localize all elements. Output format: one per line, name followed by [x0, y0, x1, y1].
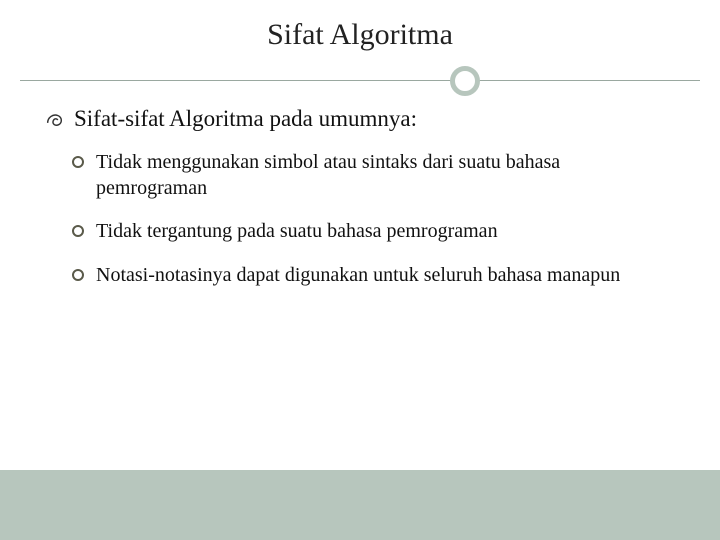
list-item: Notasi-notasinya dapat digunakan untuk s…	[72, 263, 676, 289]
title-area: Sifat Algoritma	[0, 0, 720, 62]
list-item: Tidak tergantung pada suatu bahasa pemro…	[72, 219, 676, 245]
bullet-list: Tidak menggunakan simbol atau sintaks da…	[44, 150, 676, 288]
content-heading: Sifat-sifat Algoritma pada umumnya:	[74, 106, 417, 132]
divider-line	[20, 80, 700, 81]
bullet-text: Tidak tergantung pada suatu bahasa pemro…	[96, 219, 498, 245]
ring-bullet-icon	[72, 225, 84, 237]
slide: Sifat Algoritma Sifat-sifat Algoritma pa…	[0, 0, 720, 540]
bullet-text: Tidak menggunakan simbol atau sintaks da…	[96, 150, 676, 201]
bullet-text: Notasi-notasinya dapat digunakan untuk s…	[96, 263, 620, 289]
footer-accent-bar	[0, 470, 720, 540]
divider-circle-icon	[450, 66, 480, 96]
content-area: Sifat-sifat Algoritma pada umumnya: Tida…	[0, 98, 720, 288]
title-divider	[0, 64, 720, 98]
ring-bullet-icon	[72, 156, 84, 168]
ring-bullet-icon	[72, 269, 84, 281]
heading-row: Sifat-sifat Algoritma pada umumnya:	[44, 106, 676, 132]
page-title: Sifat Algoritma	[0, 18, 720, 52]
list-item: Tidak menggunakan simbol atau sintaks da…	[72, 150, 676, 201]
swirl-bullet-icon	[44, 110, 66, 132]
